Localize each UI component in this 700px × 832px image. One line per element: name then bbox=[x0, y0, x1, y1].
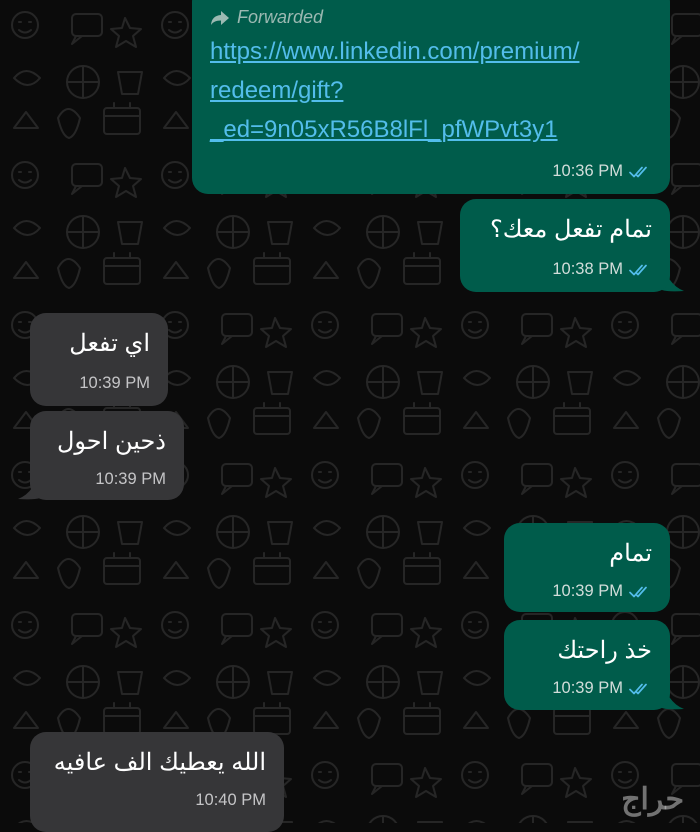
message-bubble-outgoing[interactable]: تمام تفعل معك؟ 10:38 PM bbox=[460, 199, 670, 292]
message-link[interactable]: https://www.linkedin.com/premium/ bbox=[210, 38, 579, 66]
message-bubble-incoming[interactable]: اي تفعل 10:39 PM bbox=[30, 313, 168, 406]
message-meta: 10:39 PM bbox=[552, 679, 652, 698]
message-link[interactable]: _ed=9n05xR56B8lFl_pfWPvt3y1 bbox=[210, 116, 558, 144]
forwarded-indicator: Forwarded bbox=[210, 7, 323, 28]
forward-arrow-icon bbox=[211, 10, 229, 25]
message-bubble-outgoing[interactable]: تمام 10:39 PM bbox=[504, 523, 670, 612]
message-meta: 10:39 PM bbox=[79, 374, 150, 393]
double-check-icon bbox=[629, 166, 647, 177]
message-bubble-outgoing[interactable]: خذ راحتك 10:39 PM bbox=[504, 620, 670, 710]
double-check-icon bbox=[629, 683, 647, 694]
message-bubble-incoming[interactable]: الله يعطيك الف عافيه 10:40 PM bbox=[30, 732, 284, 832]
message-text: الله يعطيك الف عافيه bbox=[53, 749, 266, 776]
message-time: 10:36 PM bbox=[552, 162, 623, 180]
message-meta: 10:39 PM bbox=[552, 582, 652, 601]
message-time: 10:38 PM bbox=[552, 260, 623, 278]
message-time: 10:40 PM bbox=[195, 791, 266, 809]
message-bubble-incoming[interactable]: ذحين احول 10:39 PM bbox=[30, 411, 184, 500]
message-text: ذحين احول bbox=[56, 428, 166, 455]
double-check-icon bbox=[629, 264, 647, 275]
watermark-logo: حراج bbox=[621, 783, 684, 816]
message-meta: 10:36 PM bbox=[552, 162, 652, 181]
message-time: 10:39 PM bbox=[95, 470, 166, 488]
message-link[interactable]: redeem/gift? bbox=[210, 77, 343, 105]
message-time: 10:39 PM bbox=[552, 582, 623, 600]
message-text: تمام تفعل معك؟ bbox=[489, 216, 652, 243]
message-text: خذ راحتك bbox=[557, 637, 652, 664]
message-meta: 10:39 PM bbox=[95, 470, 166, 489]
message-text: تمام bbox=[609, 540, 652, 567]
message-time: 10:39 PM bbox=[552, 679, 623, 697]
message-meta: 10:38 PM bbox=[552, 260, 652, 279]
message-time: 10:39 PM bbox=[79, 374, 150, 392]
message-text: اي تفعل bbox=[69, 330, 150, 357]
message-meta: 10:40 PM bbox=[195, 791, 266, 810]
forwarded-label: Forwarded bbox=[237, 7, 324, 27]
forwarded-message[interactable]: Forwarded https://www.linkedin.com/premi… bbox=[192, 0, 670, 194]
double-check-icon bbox=[629, 586, 647, 597]
